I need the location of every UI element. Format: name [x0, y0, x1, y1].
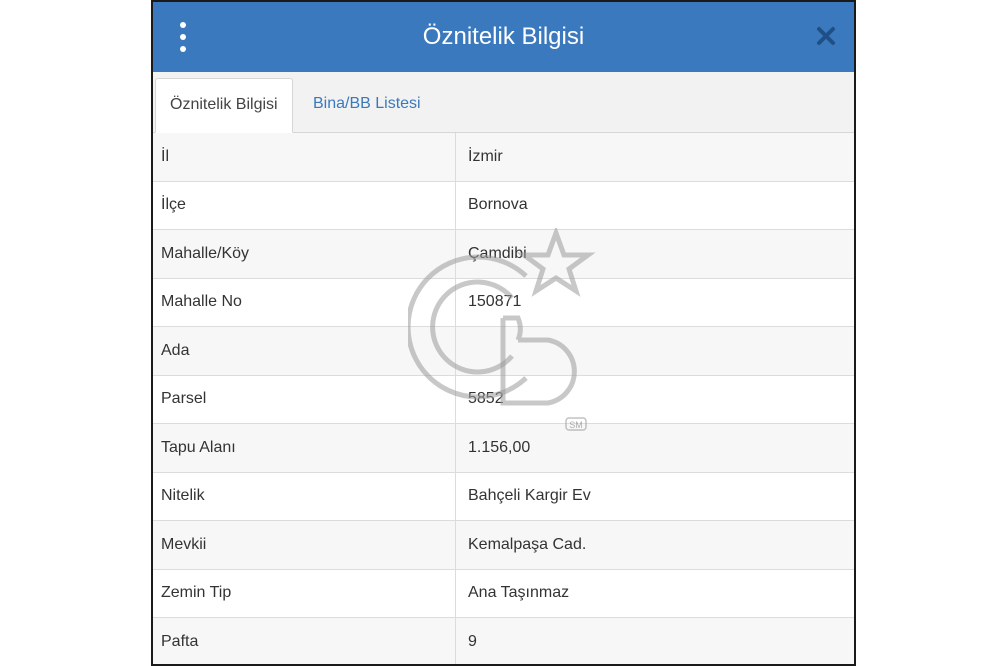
attribute-label: Mevkii	[161, 535, 207, 553]
table-row: Ada	[153, 327, 854, 376]
close-button[interactable]	[814, 24, 838, 48]
attribute-value: 150871	[455, 278, 854, 326]
attribute-label: Pafta	[161, 632, 199, 650]
attribute-info-panel: Öznitelik Bilgisi Öznitelik Bilgisi Bina…	[151, 0, 856, 666]
attribute-label: Ada	[161, 341, 190, 359]
table-row: Parsel 5852	[153, 375, 854, 424]
tab-bar: Öznitelik Bilgisi Bina/BB Listesi	[153, 72, 854, 133]
attribute-value: 1.156,00	[455, 424, 854, 472]
table-row: Mahalle/Köy Çamdibi	[153, 230, 854, 279]
panel-header: Öznitelik Bilgisi	[153, 2, 854, 72]
attribute-value: 9	[455, 618, 854, 664]
attribute-label: Mahalle/Köy	[161, 244, 250, 262]
attribute-table: İl İzmir İlçe Bornova Mahalle/Köy Çamdib…	[153, 133, 854, 664]
table-row: Tapu Alanı 1.156,00	[153, 424, 854, 473]
attribute-value: Kemalpaşa Cad.	[455, 521, 854, 569]
close-icon	[817, 27, 835, 45]
attribute-label: İlçe	[161, 196, 186, 214]
tab-building-list[interactable]: Bina/BB Listesi	[299, 78, 435, 132]
table-row: Pafta 9	[153, 618, 854, 664]
table-row: Zemin Tip Ana Taşınmaz	[153, 569, 854, 618]
table-row: Mevkii Kemalpaşa Cad.	[153, 521, 854, 570]
attribute-value: Çamdibi	[455, 230, 854, 278]
attribute-label: İl	[161, 147, 169, 165]
attribute-value	[455, 327, 854, 375]
attribute-value: 5852	[455, 375, 854, 423]
attribute-label: Tapu Alanı	[161, 438, 236, 456]
table-row: İlçe Bornova	[153, 181, 854, 230]
table-row: Mahalle No 150871	[153, 278, 854, 327]
table-row: İl İzmir	[153, 133, 854, 182]
attribute-label: Parsel	[161, 390, 207, 408]
tab-attribute-info[interactable]: Öznitelik Bilgisi	[155, 78, 293, 133]
attribute-value: Ana Taşınmaz	[455, 569, 854, 617]
attribute-label: Zemin Tip	[161, 584, 232, 602]
attribute-label: Nitelik	[161, 487, 205, 505]
attribute-label: Mahalle No	[161, 293, 242, 311]
panel-title: Öznitelik Bilgisi	[422, 23, 585, 50]
attribute-value: Bornova	[455, 181, 854, 229]
table-row: Nitelik Bahçeli Kargir Ev	[153, 472, 854, 521]
attribute-value: İzmir	[455, 133, 854, 181]
attribute-value: Bahçeli Kargir Ev	[455, 472, 854, 520]
